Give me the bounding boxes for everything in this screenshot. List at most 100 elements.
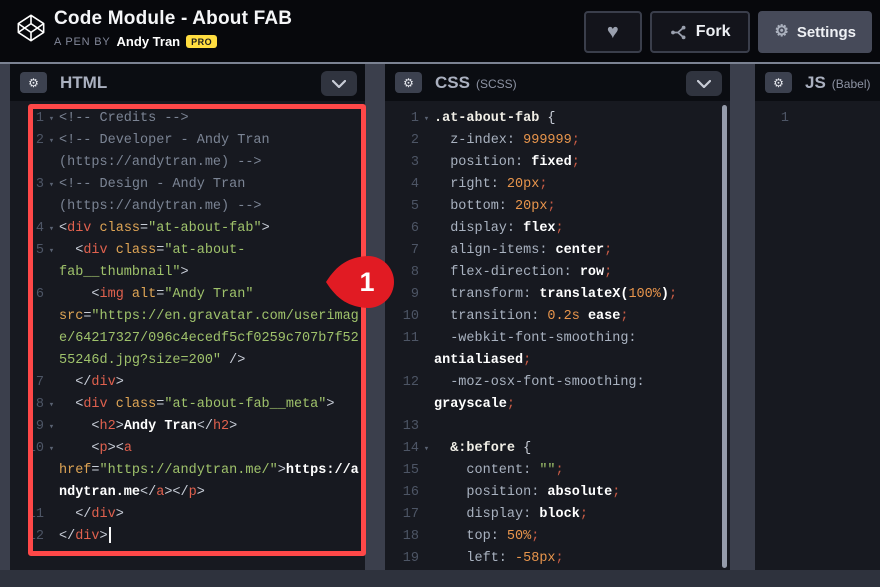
code-line-text: flex-direction: row;	[434, 265, 613, 280]
js-code-editor[interactable]: 1	[755, 101, 880, 570]
line-number: 19	[402, 551, 419, 566]
code-line-text: display: block;	[434, 507, 588, 522]
gear-icon: ⚙	[28, 75, 39, 90]
chevron-down-icon	[332, 79, 346, 88]
gear-icon: ⚙	[773, 75, 784, 90]
css-settings-button[interactable]: ⚙	[395, 72, 422, 93]
love-button[interactable]: ♥	[583, 11, 642, 53]
annotation-number: 1	[359, 267, 374, 297]
code-line: 4 right: 20px;	[391, 174, 726, 196]
code-line-text: &:before {	[434, 441, 532, 456]
line-number: 3	[410, 155, 419, 170]
line-number: 13	[402, 419, 419, 434]
line-number: 11	[402, 331, 419, 346]
pen-title-block: Code Module - About FAB A PEN BY Andy Tr…	[54, 8, 292, 49]
css-panel-header: ⚙ CSS (SCSS)	[385, 64, 730, 101]
code-line: 8 flex-direction: row;	[391, 262, 726, 284]
code-line: 1 ▾ .at-about-fab {	[391, 108, 726, 130]
console-footer-bar[interactable]	[0, 570, 880, 587]
fold-arrow-icon[interactable]: ▾	[419, 108, 434, 130]
gear-icon: ⚙	[774, 23, 789, 40]
css-panel-label: CSS	[435, 72, 470, 92]
code-line: 18 top: 50%;	[391, 526, 726, 548]
line-number: 2	[410, 133, 419, 148]
js-panel-label: JS	[805, 72, 826, 92]
html-settings-button[interactable]: ⚙	[20, 72, 47, 93]
fork-icon	[670, 25, 686, 39]
code-line: 19 left: -58px;	[391, 548, 726, 570]
annotation-marker-1: 1	[325, 254, 397, 310]
code-line: 14 ▾ &:before {	[391, 438, 726, 460]
code-line-text: content: "";	[434, 463, 564, 478]
code-line-text: left: -58px;	[434, 551, 564, 566]
css-code-editor[interactable]: 1 ▾ .at-about-fab {2 z-index: 999999; 3 pos…	[385, 101, 730, 570]
fork-button[interactable]: Fork	[649, 11, 751, 53]
html-collapse-button[interactable]	[321, 71, 357, 96]
line-number: 5	[410, 199, 419, 214]
js-panel-header: ⚙ JS (Babel)	[755, 64, 880, 101]
code-line: 2 z-index: 999999;	[391, 130, 726, 152]
codepen-logo-icon[interactable]	[16, 13, 46, 43]
code-line: 7 align-items: center;	[391, 240, 726, 262]
code-line: 5 bottom: 20px;	[391, 196, 726, 218]
heart-icon: ♥	[606, 21, 619, 43]
code-line: 13	[391, 416, 726, 438]
line-number: 14	[402, 441, 419, 456]
code-line-text: right: 20px;	[434, 177, 548, 192]
js-panel-sublabel: (Babel)	[831, 76, 871, 91]
code-line-text: transform: translateX(100%);	[434, 287, 678, 302]
pen-title: Code Module - About FAB	[54, 8, 293, 29]
code-line: 11 -webkit-font-smoothing: antialiased;	[391, 328, 726, 372]
line-number: 4	[410, 177, 419, 192]
header-buttons: ♥ Fork ⚙ Settings	[583, 11, 872, 53]
code-line-text: -webkit-font-smoothing: antialiased;	[434, 331, 645, 368]
code-line-text: z-index: 999999;	[434, 133, 580, 148]
line-number: 17	[402, 507, 419, 522]
code-line: 15 content: "";	[391, 460, 726, 482]
code-line-text: -moz-osx-font-smoothing: grayscale;	[434, 375, 653, 412]
fold-arrow-icon[interactable]: ▾	[419, 438, 434, 460]
html-panel-header: ⚙ HTML	[10, 64, 365, 101]
gear-icon: ⚙	[403, 75, 414, 90]
css-editor-scrollbar[interactable]	[722, 105, 727, 568]
css-panel-sublabel: (SCSS)	[475, 76, 517, 91]
line-number: 18	[402, 529, 419, 544]
code-line-text: position: absolute;	[434, 485, 621, 500]
code-line: 3 position: fixed;	[391, 152, 726, 174]
code-line: 9 transform: translateX(100%);	[391, 284, 726, 306]
code-line: 16 position: absolute;	[391, 482, 726, 504]
css-collapse-button[interactable]	[686, 71, 722, 96]
line-number: 1	[410, 111, 419, 126]
line-number: 16	[402, 485, 419, 500]
code-line: 17 display: block;	[391, 504, 726, 526]
code-line: 10 transition: 0.2s ease;	[391, 306, 726, 328]
annotation-highlight-rectangle	[28, 104, 366, 556]
html-panel-label: HTML	[60, 72, 108, 92]
byline-prefix: A PEN BY	[54, 35, 111, 48]
settings-button-label: Settings	[796, 23, 856, 41]
code-line: 12 -moz-osx-font-smoothing: grayscale;	[391, 372, 726, 416]
code-line-text: align-items: center;	[434, 243, 613, 258]
line-number: 6	[410, 221, 419, 236]
settings-button[interactable]: ⚙ Settings	[758, 11, 872, 53]
code-line-text: bottom: 20px;	[434, 199, 556, 214]
code-line-text: top: 50%;	[434, 529, 540, 544]
code-line: 6 display: flex;	[391, 218, 726, 240]
editor-header: Code Module - About FAB A PEN BY Andy Tr…	[0, 0, 880, 64]
line-number: 12	[402, 375, 419, 390]
css-editor-panel: ⚙ CSS (SCSS) 1 ▾ .at-about-fab {2 z-index:…	[385, 64, 730, 570]
author-link[interactable]: Andy Tran	[117, 34, 181, 49]
pro-badge: PRO	[186, 35, 218, 48]
fork-button-label: Fork	[695, 23, 731, 40]
line-number: 1	[780, 111, 789, 126]
code-line-text: display: flex;	[434, 221, 564, 236]
code-line-text: transition: 0.2s ease;	[434, 309, 629, 324]
code-line: 1	[761, 108, 876, 130]
js-editor-panel: ⚙ JS (Babel) 1	[755, 64, 880, 570]
chevron-down-icon	[697, 79, 711, 88]
line-number: 15	[402, 463, 419, 478]
js-settings-button[interactable]: ⚙	[765, 72, 792, 93]
code-line-text: position: fixed;	[434, 155, 580, 170]
code-line-text: .at-about-fab {	[434, 111, 556, 126]
pen-byline: A PEN BY Andy Tran PRO	[54, 34, 292, 49]
